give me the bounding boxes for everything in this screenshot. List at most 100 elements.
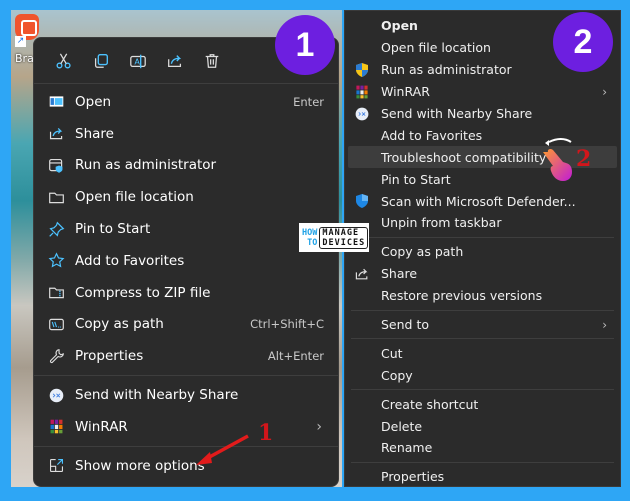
menu-item-label: Delete: [381, 418, 423, 434]
menu-item-label: Run as administrator: [381, 62, 512, 78]
menu-item-label: Rename: [381, 440, 433, 456]
logo-devices: DEVICES: [322, 237, 366, 248]
menu-item-winrar[interactable]: WinRAR ›: [34, 411, 338, 443]
classic-item-nearby-share[interactable]: Send with Nearby Share: [348, 103, 617, 125]
copy-button[interactable]: [85, 45, 117, 77]
pin-icon: [48, 221, 64, 237]
svg-text:A: A: [134, 56, 140, 66]
menu-item-label: Send to: [381, 317, 430, 333]
menu-item-label: Open: [381, 18, 418, 34]
zip-folder-icon: [48, 287, 64, 299]
menu-item-label: Share: [75, 125, 114, 142]
share-icon: [355, 268, 368, 280]
menu-item-nearby-share[interactable]: Send with Nearby Share: [34, 379, 338, 411]
desktop-icon-label: Bra: [15, 52, 34, 65]
classic-item-copy-as-path[interactable]: Copy as path: [348, 241, 617, 263]
nearby-share-icon: [355, 107, 369, 120]
menu-item-label: Run as administrator: [75, 157, 217, 174]
share-button[interactable]: [159, 45, 191, 77]
menu-separator: [351, 338, 614, 340]
menu-item-compress-zip[interactable]: Compress to ZIP file: [34, 277, 338, 309]
menu-item-label: Open file location: [381, 40, 491, 56]
menu-item-label: Properties: [75, 348, 144, 365]
classic-context-menu: Open Open file location Run as administr…: [344, 10, 621, 487]
menu-separator: [351, 461, 614, 463]
classic-item-create-shortcut[interactable]: Create shortcut: [348, 393, 617, 415]
rename-button[interactable]: A: [122, 45, 154, 77]
menu-item-pin-to-start[interactable]: Pin to Start: [34, 213, 338, 245]
admin-shield-icon: [48, 158, 62, 173]
chevron-right-icon: ›: [602, 84, 607, 99]
open-app-icon: [49, 96, 63, 107]
share-icon: [49, 128, 62, 140]
classic-item-scan-defender[interactable]: Scan with Microsoft Defender...: [348, 190, 617, 212]
winrar-icon: [356, 85, 368, 99]
share-icon: [168, 54, 182, 67]
classic-item-send-to[interactable]: Send to ›: [348, 314, 617, 336]
menu-item-label: Send with Nearby Share: [381, 106, 533, 121]
menu-item-properties[interactable]: Properties Alt+Enter: [34, 340, 338, 372]
wrench-icon: [49, 348, 64, 363]
classic-item-copy[interactable]: Copy: [348, 364, 617, 386]
menu-item-run-as-admin[interactable]: Run as administrator: [34, 150, 338, 182]
classic-item-properties[interactable]: Properties: [348, 466, 617, 488]
classic-item-winrar[interactable]: WinRAR ›: [348, 81, 617, 103]
uac-shield-icon: [356, 62, 368, 77]
menu-item-label: WinRAR: [381, 84, 430, 100]
folder-icon: [48, 192, 64, 203]
step-badge-1: 1: [275, 15, 335, 75]
menu-separator: [351, 309, 614, 311]
classic-item-share[interactable]: Share: [348, 263, 617, 285]
menu-item-label: Copy: [381, 367, 413, 383]
menu-item-label: Show more options: [75, 457, 205, 474]
menu-item-open[interactable]: Open Enter: [34, 86, 338, 118]
rename-icon: A: [130, 54, 146, 68]
menu-item-label: Copy as path: [381, 244, 464, 260]
cut-button[interactable]: [48, 45, 80, 77]
menu-item-add-to-favorites[interactable]: Add to Favorites: [34, 245, 338, 277]
classic-item-unpin-taskbar[interactable]: Unpin from taskbar: [348, 212, 617, 234]
star-icon: [48, 252, 64, 268]
nearby-share-icon: [49, 388, 63, 402]
defender-shield-icon: [356, 194, 368, 209]
menu-item-label: Scan with Microsoft Defender...: [381, 193, 576, 209]
classic-item-delete[interactable]: Delete: [348, 415, 617, 437]
menu-item-label: Send with Nearby Share: [75, 387, 239, 404]
menu-item-label: Pin to Start: [381, 171, 451, 187]
menu-item-copy-as-path[interactable]: Copy as path Ctrl+Shift+C: [34, 309, 338, 341]
menu-item-label: Properties: [381, 469, 445, 485]
logo-to: TO: [307, 237, 318, 248]
menu-separator: [351, 389, 614, 391]
menu-separator: [34, 445, 338, 447]
chevron-right-icon: ›: [316, 418, 322, 435]
menu-item-label: Open: [75, 93, 112, 110]
menu-item-label: Copy as path: [75, 316, 164, 333]
logo-how: HOW: [302, 227, 318, 238]
howtomanagedevices-logo: HOW TO MANAGE DEVICES: [299, 223, 369, 252]
menu-item-label: Cut: [381, 345, 403, 361]
menu-item-label: Add to Favorites: [75, 252, 185, 269]
modern-context-menu: A Open Enter Share Run as administrator …: [33, 37, 339, 487]
logo-manage: MANAGE: [322, 227, 360, 238]
menu-item-open-file-location[interactable]: Open file location: [34, 181, 338, 213]
menu-item-share[interactable]: Share: [34, 118, 338, 150]
shortcut-text: Enter: [293, 94, 324, 109]
menu-item-label: Share: [381, 266, 418, 282]
classic-item-rename[interactable]: Rename: [348, 437, 617, 459]
menu-item-show-more-options[interactable]: Show more options: [34, 450, 338, 482]
delete-button[interactable]: [196, 45, 228, 77]
menu-separator: [34, 375, 338, 377]
menu-item-label: Open file location: [75, 189, 194, 206]
menu-item-label: Restore previous versions: [381, 288, 543, 304]
menu-item-label: Troubleshoot compatibility: [381, 149, 547, 165]
trash-icon: [205, 53, 219, 68]
shortcut-text: Alt+Enter: [267, 349, 324, 364]
copy-icon: [94, 53, 108, 68]
copy-path-icon: [48, 318, 64, 331]
classic-item-cut[interactable]: Cut: [348, 342, 617, 364]
winrar-icon: [50, 420, 62, 434]
classic-item-restore-previous[interactable]: Restore previous versions: [348, 285, 617, 307]
shortcut-text: Ctrl+Shift+C: [250, 317, 324, 332]
menu-item-label: Pin to Start: [75, 221, 151, 238]
scissors-icon: [56, 52, 71, 69]
